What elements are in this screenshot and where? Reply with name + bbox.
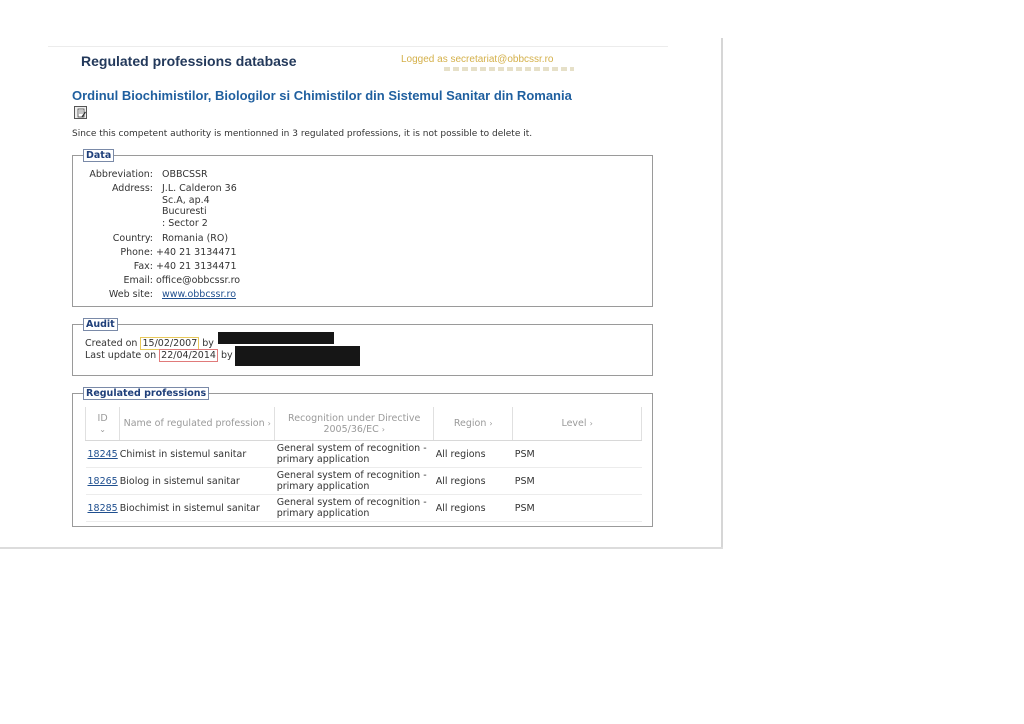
website-link[interactable]: www.obbcssr.ro (162, 289, 236, 301)
data-section: Data Abbreviation: OBBCSSR Address: J.L.… (72, 149, 653, 307)
regulated-professions-section: Regulated professions ID ⌄ Name of regul… (72, 387, 653, 527)
created-by-label: by (202, 338, 214, 349)
address-line-4: : Sector 2 (162, 217, 208, 229)
profession-id-link[interactable]: 18245 (88, 449, 118, 460)
phone-label: Phone: (120, 247, 153, 258)
profession-name: Chimist in sistemul sanitar (119, 440, 275, 468)
updated-by-label: by (220, 350, 233, 361)
fax-label: Fax: (133, 261, 153, 272)
column-header-name[interactable]: Name of regulated profession › (119, 407, 276, 441)
profession-region: All regions (433, 440, 513, 468)
email-value: office@obbcssr.ro (156, 275, 241, 286)
address-line-3: Bucuresti (162, 206, 207, 217)
profession-level: PSM (512, 467, 642, 495)
phone-value: +40 21 3134471 (156, 247, 237, 258)
profession-region: All regions (433, 467, 513, 495)
fax-value: +40 21 3134471 (156, 261, 237, 272)
profession-recognition: General system of recognition - primary … (274, 440, 434, 468)
professions-legend: Regulated professions (83, 387, 210, 400)
edit-note-icon[interactable] (74, 106, 87, 119)
chevron-right-icon: › (267, 419, 271, 428)
profession-name: Biolog in sistemul sanitar (119, 467, 275, 495)
faded-header-text (444, 67, 574, 71)
table-row: 18285 Biochimist in sistemul sanitar Gen… (85, 494, 642, 522)
profession-level: PSM (512, 494, 642, 522)
country-label: Country: (112, 233, 153, 244)
profession-region: All regions (433, 494, 513, 522)
data-legend: Data (83, 149, 115, 162)
column-header-region[interactable]: Region › (433, 407, 514, 441)
authority-title: Ordinul Biochimistilor, Biologilor si Ch… (72, 88, 572, 103)
updated-line: Last update on 22/04/2014 by (85, 349, 233, 362)
abbreviation-value: OBBCSSR (162, 169, 208, 180)
sort-down-icon: ⌄ (99, 424, 106, 434)
address-line-1: J.L. Calderon 36 (162, 183, 237, 194)
table-row: 18245 Chimist in sistemul sanitar Genera… (85, 440, 642, 468)
abbreviation-label: Abbreviation: (89, 169, 153, 180)
scan-edge-top (48, 46, 668, 47)
chevron-right-icon: › (489, 419, 493, 428)
address-line-2: Sc.A, ap.4 (162, 194, 210, 206)
updated-prefix: Last update on (85, 350, 157, 361)
audit-section: Audit Created on 15/02/2007 by Last upda… (72, 318, 653, 376)
delete-notice: Since this competent authority is mentio… (72, 129, 533, 139)
audit-legend: Audit (83, 318, 118, 331)
profession-recognition: General system of recognition - primary … (274, 494, 434, 522)
profession-name: Biochimist in sistemul sanitar (119, 494, 275, 522)
email-label: Email: (123, 275, 153, 286)
address-label: Address: (111, 183, 153, 194)
logged-as-label: Logged as secretariat@obbcssr.ro (401, 54, 554, 65)
scan-edge-right (721, 38, 723, 548)
app-title: Regulated professions database (81, 53, 297, 69)
table-header-row: ID ⌄ Name of regulated profession › Reco… (84, 407, 642, 441)
table-row: 18265 Biolog in sistemul sanitar General… (85, 467, 642, 495)
professions-table: ID ⌄ Name of regulated profession › Reco… (84, 407, 642, 522)
column-header-recognition[interactable]: Recognition under Directive 2005/36/EC › (274, 407, 435, 441)
website-label: Web site: (108, 289, 153, 300)
profession-recognition: General system of recognition - primary … (274, 467, 434, 495)
profession-id-link[interactable]: 18285 (88, 503, 118, 514)
chevron-right-icon: › (589, 419, 593, 428)
country-value: Romania (RO) (162, 233, 229, 244)
scan-edge-bottom (0, 547, 723, 549)
column-header-id[interactable]: ID ⌄ (84, 407, 121, 441)
created-prefix: Created on (85, 338, 138, 349)
redaction-block (218, 332, 334, 344)
profession-level: PSM (512, 440, 642, 468)
column-header-level[interactable]: Level › (512, 407, 642, 441)
redaction-block (235, 346, 360, 366)
chevron-right-icon: › (381, 424, 385, 434)
updated-date: 22/04/2014 (159, 349, 218, 362)
profession-id-link[interactable]: 18265 (88, 476, 118, 487)
